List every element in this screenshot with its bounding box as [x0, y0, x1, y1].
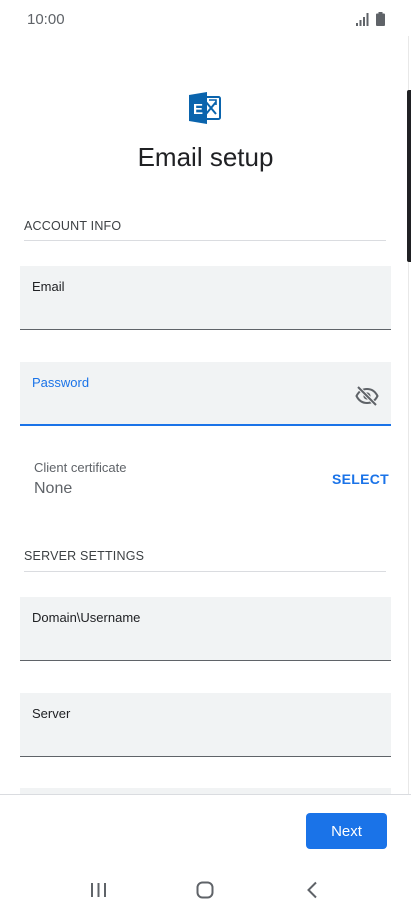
- select-certificate-button[interactable]: SELECT: [332, 471, 389, 487]
- signal-icon: [356, 13, 369, 26]
- account-info-header: ACCOUNT INFO: [24, 219, 122, 233]
- password-label: Password: [32, 375, 90, 390]
- status-bar: 10:00: [0, 0, 411, 40]
- svg-text:E: E: [193, 101, 203, 118]
- client-certificate-label: Client certificate: [34, 460, 127, 475]
- email-label: Email: [32, 279, 65, 294]
- battery-icon: [376, 12, 385, 26]
- domain-username-field[interactable]: Domain\Username: [20, 597, 391, 661]
- page-title: Email setup: [137, 142, 274, 172]
- home-icon[interactable]: [196, 881, 214, 899]
- server-field[interactable]: Server: [20, 693, 391, 757]
- exchange-logo-icon: E: [189, 92, 221, 124]
- back-icon[interactable]: [306, 881, 318, 899]
- client-certificate-value: None: [34, 480, 73, 497]
- server-label: Server: [32, 706, 71, 721]
- eye-off-icon[interactable]: [355, 384, 379, 408]
- navigation-bar: [0, 866, 411, 914]
- server-settings-header: SERVER SETTINGS: [24, 549, 145, 563]
- account-info-divider: [24, 240, 386, 241]
- next-button[interactable]: Next: [306, 813, 387, 849]
- status-time: 10:00: [27, 11, 65, 28]
- password-field[interactable]: Password: [20, 362, 391, 426]
- domain-username-label: Domain\Username: [32, 610, 141, 625]
- bottom-action-bar: Next: [0, 794, 411, 866]
- scrollbar-thumb[interactable]: [407, 90, 411, 262]
- recents-icon[interactable]: [90, 882, 107, 898]
- server-settings-divider: [24, 571, 386, 572]
- email-field[interactable]: Email: [20, 266, 391, 330]
